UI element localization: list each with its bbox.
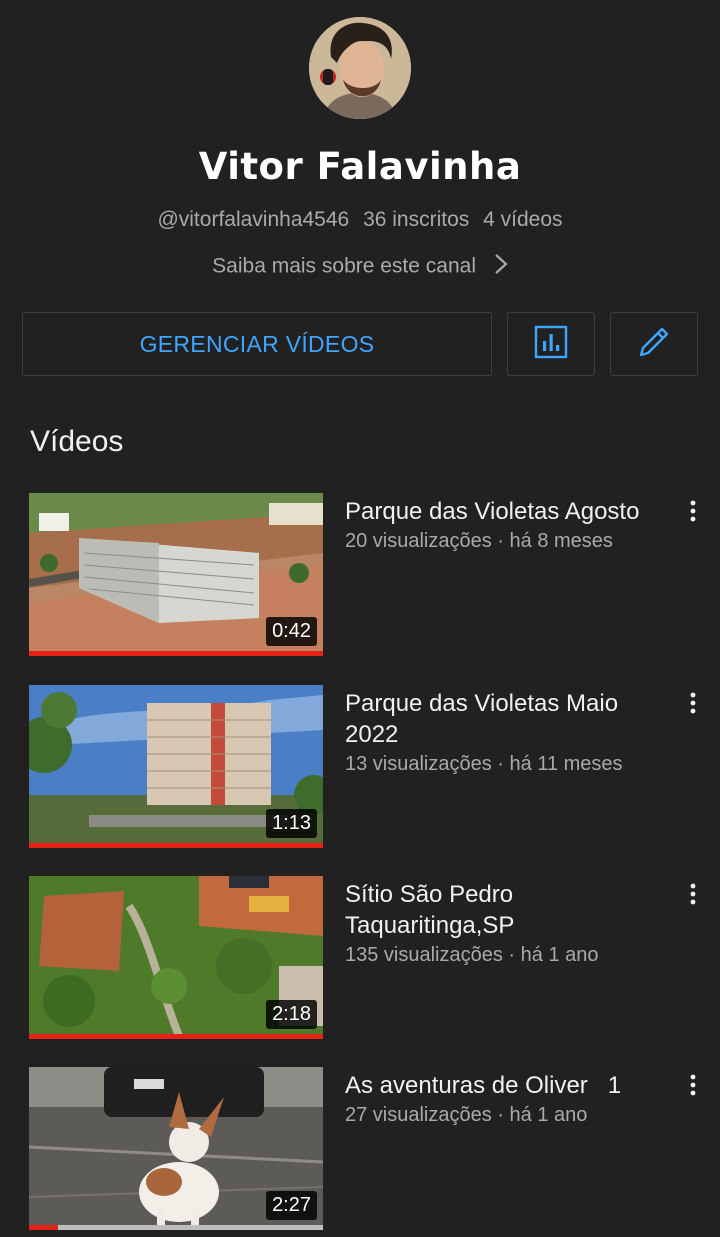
video-title: Parque das Violetas Agosto (345, 498, 640, 525)
about-channel-link[interactable]: Saiba mais sobre este canal (0, 253, 720, 281)
more-options-icon[interactable] (683, 499, 703, 525)
manage-videos-label: GERENCIAR VÍDEOS (139, 330, 375, 357)
video-meta: 135 visualizações · há 1 ano (345, 944, 599, 966)
video-thumbnail[interactable]: 0:42 (29, 493, 323, 656)
video-thumbnail[interactable]: 1:13 (29, 685, 323, 848)
video-duration: 2:27 (266, 1191, 317, 1220)
subscriber-count: 36 inscritos (363, 208, 470, 231)
watch-progress (29, 651, 323, 656)
more-options-icon[interactable] (683, 882, 703, 908)
video-duration: 1:13 (266, 809, 317, 838)
watch-progress (29, 1225, 59, 1230)
video-info[interactable]: Parque das Violetas Maio 2022 13 visuali… (345, 688, 665, 778)
chevron-right-icon (494, 253, 508, 281)
video-title: Sítio São Pedro Taquaritinga,SP (345, 881, 515, 939)
manage-videos-button[interactable]: GERENCIAR VÍDEOS (22, 312, 492, 376)
video-info[interactable]: Sítio São Pedro Taquaritinga,SP 135 visu… (345, 879, 665, 969)
video-item[interactable]: 2:18 Sítio São Pedro Taquaritinga,SP 135… (0, 876, 720, 1046)
video-thumbnail[interactable]: 2:18 (29, 876, 323, 1039)
video-info[interactable]: Parque das Violetas Agosto 20 visualizaç… (345, 496, 665, 555)
watch-progress-track (29, 1225, 323, 1230)
video-duration: 2:18 (266, 1000, 317, 1029)
channel-avatar[interactable] (309, 17, 411, 119)
pencil-icon (636, 324, 672, 365)
video-count: 4 vídeos (483, 208, 563, 231)
bar-chart-icon (534, 325, 568, 364)
watch-progress (29, 1034, 323, 1039)
watch-progress (29, 843, 323, 848)
video-item[interactable]: 0:42 Parque das Violetas Agosto 20 visua… (0, 493, 720, 663)
video-meta: 20 visualizações · há 8 meses (345, 530, 613, 552)
video-item[interactable]: 1:13 Parque das Violetas Maio 2022 13 vi… (0, 685, 720, 855)
more-options-icon[interactable] (683, 1073, 703, 1099)
channel-meta: @vitorfalavinha4546 36 inscritos 4 vídeo… (0, 208, 720, 232)
channel-name: Vitor Falavinha (198, 145, 522, 188)
channel-handle: @vitorfalavinha4546 (157, 208, 350, 231)
video-title: Parque das Violetas Maio 2022 (345, 690, 619, 748)
video-meta: 13 visualizações · há 11 meses (345, 753, 623, 775)
more-options-icon[interactable] (683, 691, 703, 717)
video-thumbnail[interactable]: 2:27 (29, 1067, 323, 1230)
video-title: As aventuras de Oliver 1 (345, 1072, 622, 1099)
videos-section-title: Vídeos (30, 425, 124, 458)
video-info[interactable]: As aventuras de Oliver 1 27 visualizaçõe… (345, 1070, 665, 1129)
edit-channel-button[interactable] (610, 312, 698, 376)
video-duration: 0:42 (266, 617, 317, 646)
video-item[interactable]: 2:27 As aventuras de Oliver 1 27 visuali… (0, 1067, 720, 1237)
about-channel-label: Saiba mais sobre este canal (212, 254, 476, 278)
analytics-button[interactable] (507, 312, 595, 376)
video-meta: 27 visualizações · há 1 ano (345, 1104, 588, 1126)
